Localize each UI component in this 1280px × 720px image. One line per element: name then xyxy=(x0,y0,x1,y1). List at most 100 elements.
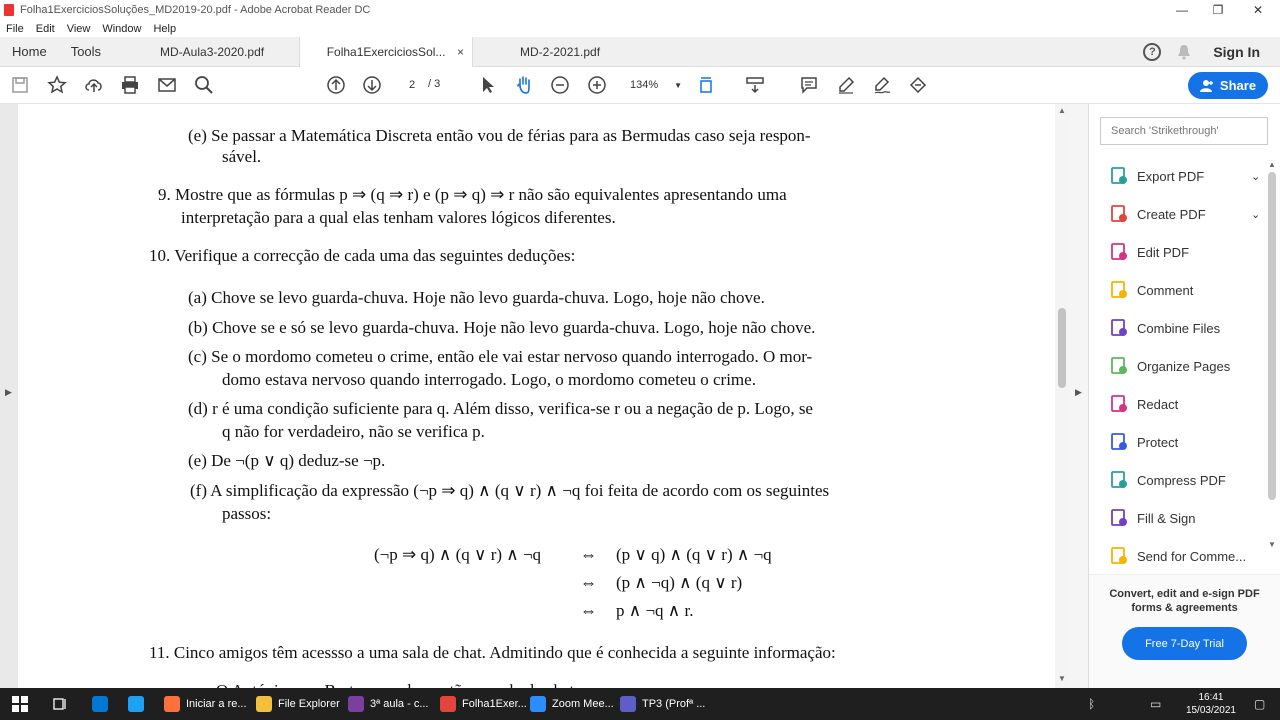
tool-fill-sign[interactable]: Fill & Sign xyxy=(1109,504,1196,532)
document-scrollbar-thumb[interactable] xyxy=(1058,308,1066,388)
tool-create-pdf[interactable]: Create PDF ⌄ xyxy=(1109,200,1260,228)
bookmark-star-icon[interactable] xyxy=(46,74,68,96)
taskbar-edge[interactable] xyxy=(128,688,150,720)
chevron-down-icon[interactable]: ⌄ xyxy=(1251,170,1260,183)
collapse-right-panel-icon[interactable]: ▶ xyxy=(1075,387,1082,398)
document-text-line: - O António ou a Berta ou ambos estão na… xyxy=(206,681,578,688)
zoom-icon xyxy=(530,696,546,712)
document-scrollbar[interactable]: ▲ ▼ xyxy=(1055,104,1069,688)
taskbar-acrobat[interactable]: Folha1Exer... xyxy=(440,688,527,720)
sign-in-button[interactable]: Sign In xyxy=(1213,44,1260,60)
firefox-icon xyxy=(164,696,180,712)
task-view-button[interactable] xyxy=(52,688,68,720)
menu-file[interactable]: File xyxy=(6,23,24,35)
search-icon[interactable] xyxy=(193,74,215,96)
save-icon[interactable] xyxy=(9,74,31,96)
start-button[interactable] xyxy=(12,688,28,720)
taskbar-teams[interactable]: TP3 (Profª ... xyxy=(620,688,705,720)
scroll-down-icon[interactable]: ▼ xyxy=(1058,674,1066,683)
tools-search-input[interactable]: Search 'Strikethrough' xyxy=(1100,117,1268,145)
create-pdf-icon xyxy=(1109,204,1129,224)
close-button[interactable]: ✕ xyxy=(1240,0,1276,20)
combine-files-icon xyxy=(1109,318,1129,338)
scroll-down-icon[interactable]: ▼ xyxy=(1268,540,1276,549)
page-fit-icon[interactable] xyxy=(697,74,719,96)
notification-center-icon[interactable]: ▢ xyxy=(1254,688,1265,720)
zoom-in-icon[interactable] xyxy=(586,74,608,96)
network-icon[interactable]: ▭ xyxy=(1150,688,1161,720)
document-text-line: ⇔ xyxy=(580,573,597,592)
help-icon[interactable]: ? xyxy=(1143,43,1162,61)
tool-label: Combine Files xyxy=(1137,320,1221,336)
compress-pdf-icon xyxy=(1109,470,1129,490)
document-text-line: (c) Se o mordomo cometeu o crime, então … xyxy=(188,347,813,366)
scroll-up-icon[interactable]: ▲ xyxy=(1268,160,1276,169)
page-number-input[interactable]: 2 xyxy=(398,75,426,95)
chevron-down-icon[interactable]: ⌄ xyxy=(1251,208,1260,221)
tools-panel-scrollbar-thumb[interactable] xyxy=(1268,172,1276,500)
document-text-line: passos: xyxy=(222,504,272,523)
restore-button[interactable]: ❐ xyxy=(1200,0,1236,20)
tab-tools[interactable]: Tools xyxy=(59,37,113,67)
clock-time: 16:41 xyxy=(1198,692,1224,703)
tab-label: Folha1ExerciciosSol... xyxy=(326,44,446,59)
scroll-mode-icon[interactable] xyxy=(744,74,766,96)
tab-doc-folha1[interactable]: Folha1ExerciciosSol... × xyxy=(299,36,474,67)
free-trial-button[interactable]: Free 7-Day Trial xyxy=(1122,627,1247,660)
tab-close-button[interactable]: × xyxy=(457,45,464,59)
document-text-line: (¬p ⇒ q) ∧ (q ∨ r) ∧ ¬q xyxy=(374,545,542,564)
fill-sign-icon[interactable] xyxy=(907,74,929,96)
hand-tool-icon[interactable] xyxy=(513,74,535,96)
system-clock[interactable]: 16:41 15/03/2021 xyxy=(1186,691,1236,717)
minimize-button[interactable]: — xyxy=(1164,0,1200,20)
taskbar-onenote[interactable]: 3ª aula - c... xyxy=(348,688,429,720)
expand-left-panel-icon[interactable]: ▶ xyxy=(5,387,12,398)
email-icon[interactable] xyxy=(156,74,178,96)
comment-icon[interactable] xyxy=(798,74,820,96)
notifications-bell-icon[interactable] xyxy=(1177,44,1191,60)
highlight-pen-icon[interactable] xyxy=(835,74,857,96)
tool-organize-pages[interactable]: Organize Pages xyxy=(1109,352,1230,380)
tool-redact[interactable]: Redact xyxy=(1109,390,1178,418)
right-panel-collapse[interactable]: ▶ xyxy=(1069,104,1089,688)
sign-pen-icon[interactable] xyxy=(871,74,893,96)
select-cursor-icon[interactable] xyxy=(477,74,499,96)
next-page-icon[interactable] xyxy=(361,74,383,96)
share-button[interactable]: Share xyxy=(1188,72,1268,99)
zoom-level-value: 134% xyxy=(630,79,659,91)
menu-bar: File Edit View Window Help xyxy=(0,20,1280,37)
taskbar-label: Zoom Mee... xyxy=(552,698,614,710)
tool-protect[interactable]: Protect xyxy=(1109,428,1178,456)
zoom-level-select[interactable]: 134% ▼ xyxy=(620,75,682,95)
taskbar-file-explorer[interactable]: File Explorer xyxy=(256,688,340,720)
windows-taskbar: Iniciar a re... File Explorer 3ª aula - c.… xyxy=(0,688,1280,720)
tool-send-comments[interactable]: Send for Comme... xyxy=(1109,542,1246,570)
tool-edit-pdf[interactable]: Edit PDF xyxy=(1109,238,1189,266)
left-panel-collapse[interactable]: ▶ xyxy=(0,104,18,688)
previous-page-icon[interactable] xyxy=(325,74,347,96)
document-text-line: (e) De ¬(p ∨ q) deduz-se ¬p. xyxy=(188,451,386,470)
menu-view[interactable]: View xyxy=(67,23,91,35)
upload-cloud-icon[interactable] xyxy=(83,74,105,96)
document-page[interactable]: (e) Se passar a Matemática Discreta entã… xyxy=(18,104,1055,688)
taskbar-outlook[interactable] xyxy=(92,688,114,720)
menu-window[interactable]: Window xyxy=(102,23,141,35)
scroll-up-icon[interactable]: ▲ xyxy=(1058,106,1066,115)
tab-home[interactable]: Home xyxy=(0,37,59,67)
tools-panel-scrollbar[interactable]: ▲ ▼ xyxy=(1266,160,1278,550)
fill-sign-icon xyxy=(1109,508,1129,528)
taskbar-zoom[interactable]: Zoom Mee... xyxy=(530,688,614,720)
tab-label: MD-2-2021.pdf xyxy=(520,44,601,59)
menu-edit[interactable]: Edit xyxy=(36,23,55,35)
bluetooth-icon[interactable]: ᛒ xyxy=(1088,688,1095,720)
print-icon[interactable] xyxy=(119,74,141,96)
tab-doc-md-2-2021[interactable]: MD-2-2021.pdf xyxy=(473,37,647,67)
tool-combine-files[interactable]: Combine Files xyxy=(1109,314,1220,342)
tool-comment[interactable]: Comment xyxy=(1109,276,1193,304)
tool-export-pdf[interactable]: Export PDF ⌄ xyxy=(1109,162,1260,190)
tool-compress-pdf[interactable]: Compress PDF xyxy=(1109,466,1226,494)
zoom-out-icon[interactable] xyxy=(549,74,571,96)
tab-doc-md-aula3[interactable]: MD-Aula3-2020.pdf xyxy=(125,37,299,67)
taskbar-firefox[interactable]: Iniciar a re... xyxy=(164,688,247,720)
menu-help[interactable]: Help xyxy=(153,23,176,35)
